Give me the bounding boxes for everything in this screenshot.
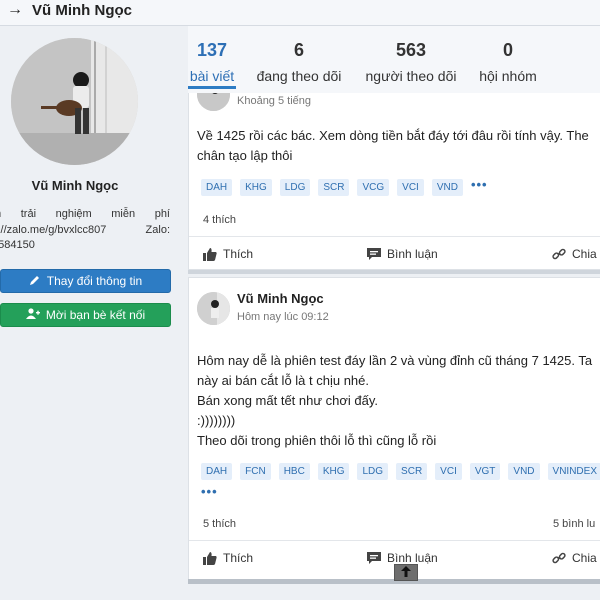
update-info-button[interactable]: Thay đổi thông tin [0, 269, 171, 293]
following-count: 6 [293, 40, 304, 60]
profile-panel: Vũ Minh Ngọc m trải nghiệm miễn phí s://… [0, 26, 188, 600]
top-bar: → Vũ Minh Ngọc [0, 0, 600, 26]
post-text-line: Về 1425 rồi các bác. Xem dòng tiền bắt đ… [197, 128, 589, 143]
stock-tag[interactable]: VNINDEX [547, 463, 600, 480]
add-user-icon [25, 307, 40, 323]
profile-name: Vũ Minh Ngọc [31, 178, 119, 193]
post-tags: DAH KHG LDG SCR VCG VCI VND ••• [201, 178, 600, 196]
post-feed: Khoảng 5 tiếng Về 1425 rồi các bác. Xem … [188, 93, 600, 584]
post-card: Khoảng 5 tiếng Về 1425 rồi các bác. Xem … [188, 93, 600, 270]
share-label: Chia s [572, 551, 600, 565]
like-button[interactable]: Thích [203, 551, 253, 565]
share-button[interactable]: Chia s [552, 551, 600, 565]
stock-tag[interactable]: SCR [396, 463, 428, 480]
stock-tag[interactable]: KHG [317, 463, 350, 480]
comment-label: Bình luận [387, 551, 438, 565]
profile-stats: 137 bài viết 6 đang theo dõi 563 người t… [188, 26, 600, 93]
post-time: Khoảng 5 tiếng [237, 95, 312, 107]
tab-following[interactable]: 6 đang theo dõi [253, 40, 345, 84]
profile-bio: m trải nghiệm miễn phí s://zalo.me/g/bvx… [0, 208, 170, 251]
comment-button[interactable]: Bình luận [367, 247, 438, 261]
tab-posts[interactable]: 137 bài viết [188, 40, 236, 89]
post-text-line: Hôm nay dễ là phiên test đáy lần 2 và vù… [197, 353, 593, 368]
like-label: Thích [223, 551, 254, 565]
stock-tag[interactable]: VGT [469, 463, 501, 480]
followers-label: người theo dõi [365, 68, 457, 84]
thumbs-up-icon [203, 247, 217, 261]
page-title: Vũ Minh Ngọc [32, 2, 132, 19]
stock-tag[interactable]: LDG [279, 179, 311, 196]
more-tags-button[interactable]: ••• [201, 485, 218, 498]
post-text-line: Theo dõi trong phiên thôi lỗ thì cũng lỗ… [197, 433, 437, 448]
post-author-avatar[interactable] [197, 93, 230, 111]
tab-followers[interactable]: 563 người theo dõi [361, 40, 461, 84]
comment-label: Bình luận [387, 247, 438, 261]
stock-tag[interactable]: LDG [357, 463, 389, 480]
like-label: Thích [223, 247, 254, 261]
link-icon [552, 551, 566, 565]
post-tags: DAH FCN HBC KHG LDG SCR VCI VGT VND VNIN… [201, 463, 600, 498]
stock-tag[interactable]: VND [508, 463, 540, 480]
share-button[interactable]: Chia s [552, 247, 600, 261]
post-text-line: :)))))))) [197, 413, 236, 428]
groups-count: 0 [502, 40, 513, 60]
post-author-name[interactable]: Vũ Minh Ngọc [237, 291, 324, 306]
profile-avatar[interactable] [11, 38, 138, 165]
comment-icon [367, 247, 381, 261]
stock-tag[interactable]: VCI [435, 463, 462, 480]
tab-groups[interactable]: 0 hội nhóm [476, 40, 540, 84]
like-count[interactable]: 4 thích [203, 214, 236, 226]
stock-tag[interactable]: DAH [201, 463, 233, 480]
comment-count[interactable]: 5 bình lu [553, 518, 595, 530]
posts-label: bài viết [189, 68, 235, 84]
post-text-line: này ai bán cắt lỗ là t chịu nhé. [197, 373, 370, 388]
link-icon [552, 247, 566, 261]
post-separator [188, 270, 600, 274]
post-text-line: chân tạo lập thôi [197, 148, 293, 163]
post-card: Vũ Minh Ngọc Hôm nay lúc 09:12 • Hôm nay… [188, 277, 600, 580]
share-label: Chia s [572, 247, 600, 261]
stock-tag[interactable]: KHG [240, 179, 272, 196]
update-info-label: Thay đổi thông tin [46, 274, 143, 288]
stock-tag[interactable]: VCG [357, 179, 390, 196]
arrow-right-icon[interactable]: → [7, 1, 23, 19]
invite-label: Mời bạn bè kết nối [45, 308, 146, 322]
followers-count: 563 [395, 40, 427, 60]
scroll-to-top-button[interactable] [394, 564, 418, 581]
thumbs-up-icon [203, 551, 217, 565]
following-label: đang theo dõi [256, 68, 342, 84]
arrow-up-icon [401, 564, 411, 582]
stock-tag[interactable]: DAH [201, 179, 233, 196]
stock-tag[interactable]: VCI [397, 179, 424, 196]
stock-tag[interactable]: FCN [240, 463, 271, 480]
groups-label: hội nhóm [479, 68, 537, 84]
comment-icon [367, 551, 381, 565]
pencil-icon [29, 274, 41, 289]
post-actions: Thích Bình luận Chia s [189, 236, 600, 270]
post-author-avatar[interactable] [197, 292, 230, 325]
stock-tag[interactable]: VND [431, 179, 463, 196]
invite-friends-button[interactable]: Mời bạn bè kết nối [0, 303, 171, 327]
stock-tag[interactable]: HBC [278, 463, 310, 480]
like-count[interactable]: 5 thích [203, 518, 236, 530]
stock-tag[interactable]: SCR [318, 179, 350, 196]
more-tags-button[interactable]: ••• [471, 178, 488, 196]
posts-count: 137 [196, 40, 228, 60]
post-time: Hôm nay lúc 09:12 [237, 311, 329, 323]
post-text-line: Bán xong mất tết như chơi đấy. [197, 393, 379, 408]
like-button[interactable]: Thích [203, 247, 253, 261]
